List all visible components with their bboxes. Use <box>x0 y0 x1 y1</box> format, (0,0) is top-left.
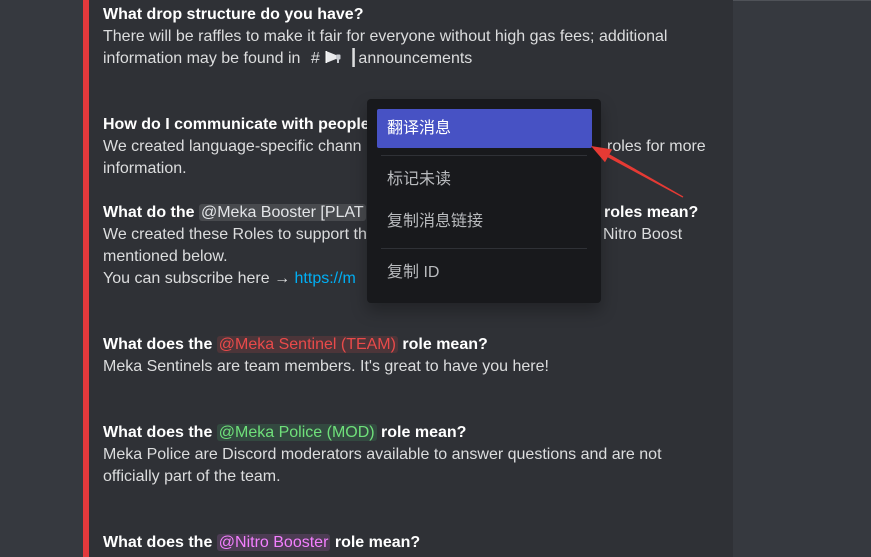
faq-answer-line: Meka Sentinels are team members. It's gr… <box>103 358 549 375</box>
faq-answer-line: There will be raffles to make it fair fo… <box>103 28 668 45</box>
faq-answer-line-continued: Nitro Boost <box>603 226 683 243</box>
role-mention-meka-sentinel[interactable]: @Meka Sentinel (TEAM) <box>216 336 398 353</box>
faq-answer-line: Meka Police are Discord moderators avail… <box>103 446 662 463</box>
faq-question-communicate: How do I communicate with people <box>103 116 370 133</box>
question-text: role mean? <box>397 336 488 353</box>
channel-name: ┃announcements <box>348 50 473 67</box>
menu-separator <box>381 155 587 156</box>
right-pane <box>733 0 871 557</box>
chat-gutter <box>0 0 83 557</box>
menu-separator <box>381 248 587 249</box>
role-mention-meka-police[interactable]: @Meka Police (MOD) <box>216 424 377 441</box>
question-text: role mean? <box>376 424 467 441</box>
menu-item-translate-message[interactable]: 翻译消息 <box>377 109 592 148</box>
faq-answer-line: We created language-specific chann <box>103 138 362 155</box>
faq-answer-line: officially part of the team. <box>103 468 281 485</box>
faq-question-police: What does the @Meka Police (MOD) role me… <box>103 422 466 444</box>
subscribe-link[interactable]: https://m <box>295 270 356 287</box>
answer-text: You can subscribe here → <box>103 270 295 287</box>
question-text: What do the <box>103 204 199 221</box>
faq-answer-line: information. <box>103 160 187 177</box>
faq-answer-line-continued: roles for more <box>607 138 706 155</box>
question-text: role mean? <box>330 534 421 551</box>
role-mention-meka-booster[interactable]: @Meka Booster [PLAT <box>198 204 366 221</box>
faq-answer-line: mentioned below. <box>103 248 228 265</box>
faq-question-drop-structure: What drop structure do you have? <box>103 6 364 23</box>
answer-text: information may be found in <box>103 50 305 67</box>
faq-question-nitro: What does the @Nitro Booster role mean? <box>103 532 420 554</box>
faq-question-sentinel: What does the @Meka Sentinel (TEAM) role… <box>103 334 488 356</box>
question-text: What does the <box>103 424 217 441</box>
megaphone-icon <box>325 49 343 65</box>
right-pane-top-border <box>733 0 871 1</box>
faq-answer-line: information may be found in # ┃announceme… <box>103 48 472 70</box>
channel-hash: # <box>310 50 320 67</box>
faq-answer-line: We created these Roles to support th <box>103 226 367 243</box>
channel-mention-announcements[interactable]: # ┃announcements <box>311 50 472 67</box>
menu-item-copy-id[interactable]: 复制 ID <box>377 255 592 291</box>
menu-item-copy-message-link[interactable]: 复制消息链接 <box>377 204 592 240</box>
faq-question-booster: What do the @Meka Booster [PLAT <box>103 202 366 224</box>
message-context-menu: 翻译消息 标记未读 复制消息链接 复制 ID <box>367 99 601 303</box>
discord-message-view: What drop structure do you have? There w… <box>0 0 871 557</box>
faq-answer-line: You can subscribe here → https://m <box>103 268 356 290</box>
faq-question-booster-continued: roles mean? <box>604 204 699 221</box>
question-text: What does the <box>103 336 217 353</box>
question-text: What does the <box>103 534 217 551</box>
role-mention-nitro-booster[interactable]: @Nitro Booster <box>216 534 331 551</box>
menu-item-mark-unread[interactable]: 标记未读 <box>377 162 592 198</box>
